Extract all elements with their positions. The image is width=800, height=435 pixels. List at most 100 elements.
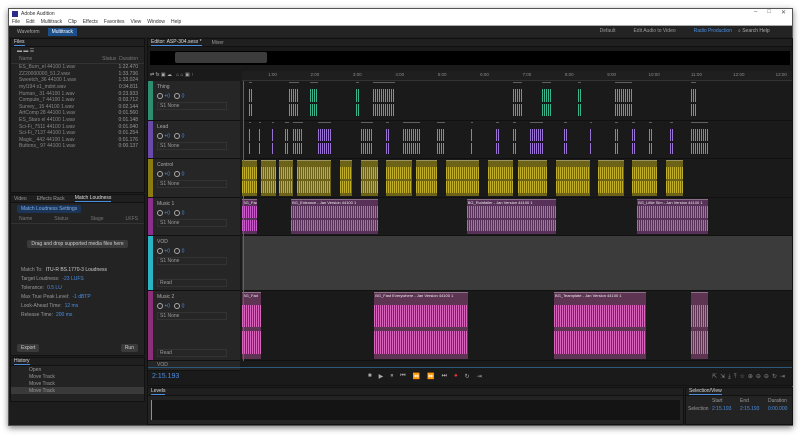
time-ruler[interactable]: 1:00 2:00 3:00 4:00 5:00 6:00 7:00 8:00 9:00 10:0…: [242, 71, 792, 81]
audio-clip[interactable]: [289, 82, 299, 119]
audio-clip[interactable]: BG_Entrance - Jan Version 44100 1: [291, 199, 378, 234]
file-row[interactable]: Compute_7 44100 1.wav 0:03.712: [11, 97, 144, 104]
track-name[interactable]: Lead: [157, 124, 240, 130]
tab-video[interactable]: Video: [14, 196, 27, 202]
file-row[interactable]: ES_Stars el 44100 1.wav 0:01.148: [11, 117, 144, 124]
menu-window[interactable]: Window: [147, 19, 165, 25]
field-value[interactable]: -23 LUFS: [62, 276, 83, 282]
tab-mixer[interactable]: Mixer: [212, 40, 224, 46]
track-automation-mode[interactable]: Read: [157, 279, 227, 287]
tab-editor[interactable]: Editor: ASP-304.sesx *: [151, 39, 202, 46]
track-input[interactable]: S1 None: [157, 180, 227, 189]
track-name[interactable]: Music 1: [157, 201, 240, 207]
audio-clip[interactable]: [260, 160, 276, 196]
minimize-button[interactable]: –: [754, 9, 757, 16]
audio-clip[interactable]: [665, 160, 683, 196]
overview-viewport-handle[interactable]: [175, 52, 267, 63]
selection-end[interactable]: 2:15.193: [740, 406, 768, 412]
overview-bar[interactable]: [150, 51, 790, 65]
audio-clip[interactable]: BG_Teamplate - Jan Version 44100 1: [554, 292, 646, 359]
audio-clip[interactable]: [649, 122, 652, 157]
zoom-controls[interactable]: ⇱⇲⤓⤒☆⊕⊖⊖↻⇥: [712, 373, 792, 381]
multitrack-mode-button[interactable]: Multitrack: [47, 27, 78, 36]
track-header[interactable]: Lead +0 0 S1 None: [148, 121, 240, 159]
track-lane[interactable]: BG_Fade BG_Entrance - Jan Version 44100 1…: [242, 198, 792, 236]
track-lane[interactable]: [242, 236, 792, 291]
track-name[interactable]: Music 2: [157, 294, 240, 300]
file-row[interactable]: ZZ20000000_51.2.wav 1:33.736: [11, 71, 144, 78]
audio-clip[interactable]: [589, 122, 593, 157]
menu-clip[interactable]: Clip: [68, 19, 77, 25]
audio-clip[interactable]: [271, 122, 275, 157]
tab-match-loudness[interactable]: Match Loudness: [74, 195, 112, 202]
audio-clip[interactable]: BG_Fad: [242, 292, 261, 359]
audio-clip[interactable]: [691, 82, 696, 119]
audio-clip[interactable]: [386, 122, 389, 157]
file-row[interactable]: Sweetch_36 44100 1.wav 1:33.024: [11, 77, 144, 84]
transport-button[interactable]: ⏸: [390, 373, 393, 380]
match-loudness-settings-button[interactable]: Match Loudness Settings: [17, 205, 82, 213]
track-header[interactable]: VOD +0 0 S1 None Read: [148, 236, 240, 291]
track-input[interactable]: S1 None: [157, 102, 227, 111]
tab-levels[interactable]: Levels: [151, 388, 166, 395]
volume-knob[interactable]: [157, 133, 163, 139]
audio-clip[interactable]: [632, 122, 635, 157]
audio-clip[interactable]: [470, 122, 474, 157]
col-duration[interactable]: Duration: [119, 56, 138, 62]
menu-file[interactable]: File: [12, 19, 20, 25]
menu-edit[interactable]: Edit: [26, 19, 35, 25]
audio-clip[interactable]: [355, 82, 359, 119]
selection-start[interactable]: 2:15.193: [712, 406, 740, 412]
audio-clip[interactable]: [513, 122, 516, 157]
track-input[interactable]: S1 None: [157, 219, 227, 228]
audio-clip[interactable]: [292, 122, 304, 157]
menu-help[interactable]: Help: [171, 19, 181, 25]
audio-clip[interactable]: [517, 160, 548, 196]
audio-clip[interactable]: [445, 160, 480, 196]
track-header[interactable]: Control +0 0 S1 None: [148, 159, 240, 198]
audio-clip[interactable]: [297, 160, 332, 196]
track-input[interactable]: S1 None: [157, 312, 227, 321]
audio-clip[interactable]: [360, 160, 378, 196]
folder-icon[interactable]: ▬ ▬ ☰: [17, 48, 34, 54]
audio-clip[interactable]: [542, 82, 551, 119]
track-header[interactable]: Music 2 +0 0 S1 None Read: [148, 291, 240, 361]
file-row[interactable]: ArtComp 28 44100 1.wav 0:01.560: [11, 110, 144, 117]
audio-clip[interactable]: [437, 122, 446, 157]
track-header[interactable]: Thing +0 0 S1 None: [148, 81, 240, 121]
transport-button[interactable]: ⏪: [413, 373, 420, 380]
field-value[interactable]: 200 ms: [56, 312, 72, 318]
audio-clip[interactable]: [258, 122, 262, 157]
track-tools[interactable]: ⇄ fx ▣ ☁ ⌂ ⌂ ▣ ↑: [150, 72, 194, 78]
audio-clip[interactable]: [598, 160, 624, 196]
transport-button[interactable]: ⏭: [442, 373, 447, 380]
transport-button[interactable]: ⇥: [477, 373, 482, 380]
audio-clip[interactable]: [577, 82, 582, 119]
export-button[interactable]: Export: [17, 344, 40, 352]
history-item[interactable]: Move Track: [11, 387, 144, 394]
track-input[interactable]: S1 None: [157, 142, 227, 151]
audio-clip[interactable]: [513, 82, 522, 119]
audio-clip[interactable]: [339, 160, 353, 196]
selection-duration[interactable]: 0:00.000: [768, 406, 796, 412]
history-item[interactable]: Open: [11, 366, 144, 373]
pan-knob[interactable]: [174, 303, 181, 309]
audio-clip[interactable]: [360, 122, 374, 157]
audio-clip[interactable]: [555, 160, 590, 196]
transport-button[interactable]: ■: [368, 373, 372, 380]
audio-clip[interactable]: [373, 82, 395, 119]
volume-knob[interactable]: [157, 210, 163, 216]
track-lane[interactable]: [242, 81, 792, 121]
audio-clip[interactable]: [496, 122, 499, 157]
workspace-default[interactable]: Default: [600, 28, 616, 34]
audio-clip[interactable]: [318, 122, 332, 157]
file-row[interactable]: Survey_ 15 44100 1.wav 0:02.144: [11, 104, 144, 111]
audio-clip[interactable]: [415, 160, 437, 196]
match-to-select[interactable]: ITU-R BS.1770-3 Loudness: [46, 267, 107, 273]
menu-favorites[interactable]: Favorites: [104, 19, 125, 25]
audio-clip[interactable]: BG_Fade: [242, 199, 258, 234]
pan-knob[interactable]: [174, 248, 181, 254]
pan-knob[interactable]: [174, 133, 181, 139]
menu-view[interactable]: View: [130, 19, 141, 25]
tab-files[interactable]: Files: [14, 39, 25, 46]
